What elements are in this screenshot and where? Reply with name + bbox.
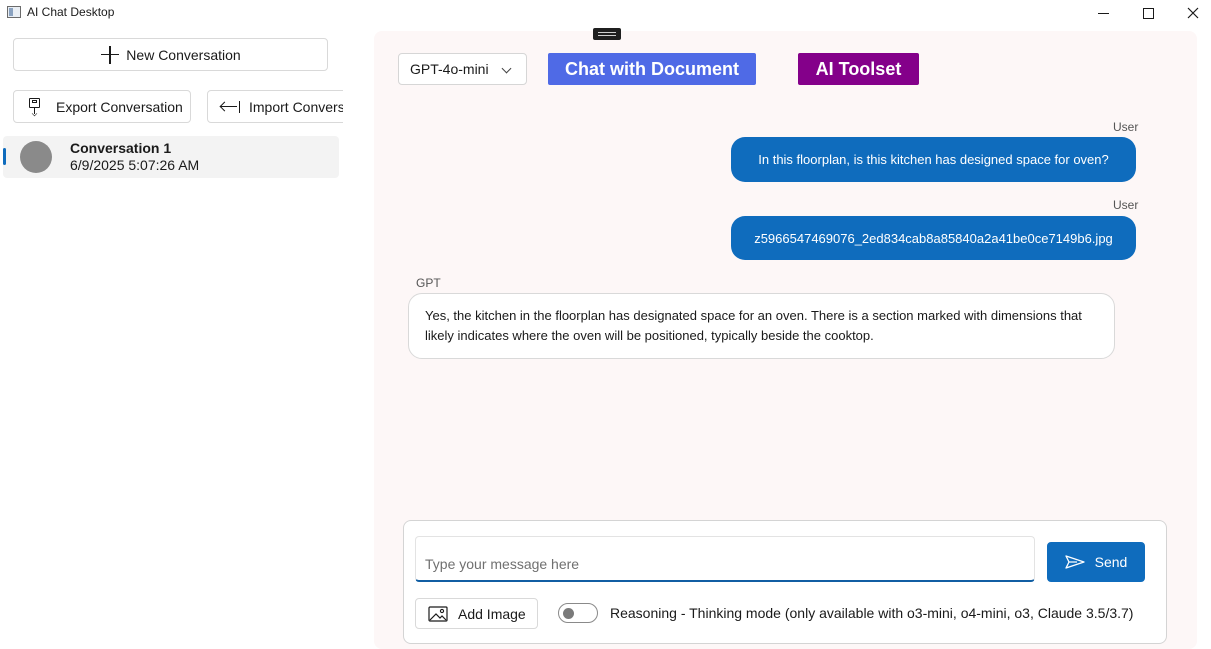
reasoning-label: Reasoning - Thinking mode (only availabl… bbox=[610, 605, 1134, 621]
user-message-bubble: In this floorplan, is this kitchen has d… bbox=[731, 137, 1136, 182]
image-icon bbox=[428, 605, 448, 622]
import-conversation-button[interactable]: Import Conversation bbox=[207, 90, 343, 123]
model-selected-value: GPT-4o-mini bbox=[410, 61, 489, 77]
new-conversation-button[interactable]: New Conversation bbox=[13, 38, 328, 71]
close-icon bbox=[1187, 7, 1199, 19]
ai-toolset-button[interactable]: AI Toolset bbox=[798, 53, 919, 85]
model-dropdown[interactable]: GPT-4o-mini bbox=[398, 53, 527, 85]
send-button[interactable]: Send bbox=[1047, 542, 1145, 582]
import-conversation-label: Import Conversation bbox=[249, 98, 343, 115]
message-text: z5966547469076_2ed834cab8a85840a2a41be0c… bbox=[754, 230, 1113, 246]
conversation-title: Conversation 1 bbox=[70, 140, 172, 156]
conversation-timestamp: 6/9/2025 5:07:26 AM bbox=[70, 157, 200, 173]
add-image-button[interactable]: Add Image bbox=[415, 598, 538, 629]
export-conversation-label: Export Conversation bbox=[56, 98, 183, 115]
plus-icon bbox=[100, 45, 120, 65]
message-sender: User bbox=[1113, 120, 1139, 134]
chat-with-document-label: Chat with Document bbox=[565, 58, 739, 79]
add-image-label: Add Image bbox=[458, 605, 526, 622]
reasoning-toggle[interactable] bbox=[558, 603, 598, 623]
conversation-list-item[interactable]: Conversation 1 6/9/2025 5:07:26 AM bbox=[3, 136, 339, 178]
message-input[interactable] bbox=[415, 536, 1035, 582]
send-icon bbox=[1064, 555, 1085, 569]
pane-splitter-handle[interactable] bbox=[593, 28, 621, 40]
window-title: AI Chat Desktop bbox=[27, 5, 115, 19]
chat-with-document-button[interactable]: Chat with Document bbox=[548, 53, 756, 85]
minimize-icon bbox=[1097, 12, 1109, 14]
user-message-bubble: z5966547469076_2ed834cab8a85840a2a41be0c… bbox=[731, 216, 1136, 260]
import-button-clip: Import Conversation bbox=[207, 90, 343, 123]
import-arrow-icon bbox=[219, 100, 241, 114]
selection-indicator bbox=[3, 148, 6, 165]
message-text: In this floorplan, is this kitchen has d… bbox=[758, 152, 1109, 167]
app-icon bbox=[7, 6, 21, 18]
export-conversation-button[interactable]: Export Conversation bbox=[13, 90, 191, 123]
save-export-icon bbox=[28, 98, 42, 117]
message-sender: GPT bbox=[416, 276, 441, 290]
message-sender: User bbox=[1113, 198, 1139, 212]
ai-toolset-label: AI Toolset bbox=[815, 58, 902, 79]
maximize-icon bbox=[1142, 7, 1154, 19]
send-label: Send bbox=[1094, 554, 1128, 570]
maximize-button[interactable] bbox=[1125, 0, 1171, 26]
chevron-down-icon bbox=[501, 63, 512, 74]
new-conversation-label: New Conversation bbox=[126, 46, 241, 63]
close-button[interactable] bbox=[1170, 0, 1211, 26]
title-bar: AI Chat Desktop bbox=[0, 0, 1211, 26]
message-text: Yes, the kitchen in the floorplan has de… bbox=[425, 308, 1082, 343]
minimize-button[interactable] bbox=[1080, 0, 1126, 26]
avatar bbox=[20, 141, 52, 173]
assistant-message-bubble: Yes, the kitchen in the floorplan has de… bbox=[408, 293, 1115, 359]
toggle-knob bbox=[563, 608, 574, 619]
